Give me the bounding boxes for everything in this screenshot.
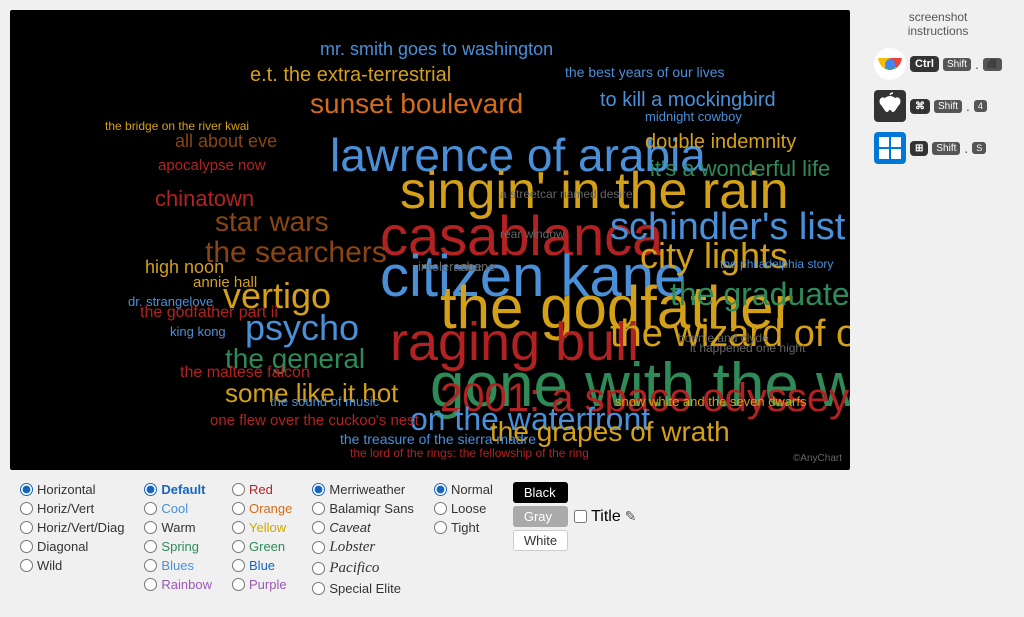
chrome-icon	[874, 48, 906, 80]
word-all-about-eve: all about eve	[175, 132, 277, 150]
word-cloud-inner: mr. smith goes to washington e.t. the ext…	[10, 10, 850, 470]
shift-key-mac: Shift	[934, 100, 962, 113]
size-normal[interactable]: Normal	[434, 482, 493, 497]
word-midnight-cowboy: midnight cowboy	[645, 110, 742, 123]
title-label: Title	[591, 508, 621, 526]
word-psycho: psycho	[245, 310, 359, 346]
scheme-spring[interactable]: Spring	[144, 539, 212, 554]
scheme-rainbow[interactable]: Rainbow	[144, 577, 212, 592]
bg-color-group: Black Gray White Title ✎	[513, 482, 637, 596]
main-container: mr. smith goes to washington e.t. the ext…	[0, 0, 1024, 617]
ctrl-key: Ctrl	[910, 56, 939, 72]
color-blue[interactable]: Blue	[232, 558, 292, 573]
word-snow-white-and-the-s: snow white and the seven dwarfs	[615, 395, 807, 408]
layout-wild[interactable]: Wild	[20, 558, 124, 573]
apple-icon	[874, 90, 906, 122]
word-double-indemnity: double indemnity	[645, 132, 796, 152]
word-king-kong: king kong	[170, 325, 226, 338]
color-yellow[interactable]: Yellow	[232, 520, 292, 535]
word-the-philadelphia-sto: the philadelphia story	[720, 258, 833, 270]
word-e.t.-the-extra-terre: e.t. the extra-terrestrial	[250, 65, 451, 85]
layout-horizontal[interactable]: Horizontal	[20, 482, 124, 497]
screenshot-title: screenshotinstructions	[874, 10, 1002, 38]
word-rear-window: rear window	[500, 228, 565, 240]
word-the-sound-of-music: the sound of music	[270, 395, 379, 408]
title-pencil-group: Title ✎	[574, 508, 636, 526]
size-group: Normal Loose Tight	[434, 482, 493, 596]
controls-area: Horizontal Horiz/Vert Horiz/Vert/Diag Di…	[10, 470, 854, 596]
scheme-warm[interactable]: Warm	[144, 520, 212, 535]
font-lobster[interactable]: Lobster	[312, 539, 414, 556]
title-row: Title ✎	[574, 508, 636, 526]
word-the-treasure-of-the-: the treasure of the sierra madre	[340, 432, 536, 446]
layout-group: Horizontal Horiz/Vert Horiz/Vert/Diag Di…	[20, 482, 124, 596]
layout-diagonal[interactable]: Diagonal	[20, 539, 124, 554]
left-panel: mr. smith goes to washington e.t. the ext…	[0, 0, 864, 617]
word-the-lord-of-the-ring: the lord of the rings: the fellowship of…	[350, 447, 589, 459]
word-it's-a-wonderful-lif: it's a wonderful life	[650, 158, 830, 180]
word-one-flew-over-the-cu: one flew over the cuckoo's nest	[210, 413, 419, 428]
screen-key-mac: 4	[974, 100, 987, 112]
font-special-elite[interactable]: Special Elite	[312, 581, 414, 596]
word-the-best-years-of-ou: the best years of our lives	[565, 65, 725, 79]
bg-white-button[interactable]: White	[513, 530, 568, 551]
word-sunset-boulevard: sunset boulevard	[310, 90, 523, 118]
word-a-streetcar-named-de: a streetcar named desire	[500, 188, 633, 200]
anychart-label: ©AnyChart	[793, 453, 842, 464]
word-star-wars: star wars	[215, 208, 329, 236]
cmd-key: ⌘	[910, 99, 930, 114]
word-apocalypse-now: apocalypse now	[158, 158, 266, 173]
chrome-row: Ctrl Shift . ⬛	[874, 48, 1002, 80]
color-green[interactable]: Green	[232, 539, 292, 554]
word-to-kill-a-mockingbir: to kill a mockingbird	[600, 90, 776, 110]
font-merriweather[interactable]: Merriweather	[312, 482, 414, 497]
font-caveat[interactable]: Caveat	[312, 520, 414, 535]
font-group: Merriweather Balamiqr Sans Caveat Lobste…	[312, 482, 414, 596]
shift-key-chrome: Shift	[943, 58, 971, 71]
color-red[interactable]: Red	[232, 482, 292, 497]
screen-key-win: S	[972, 142, 986, 154]
bg-buttons: Black Gray White	[513, 482, 568, 551]
title-checkbox[interactable]	[574, 510, 587, 523]
word-the-graduate: the graduate	[670, 278, 850, 310]
layout-horiz-vert-diag[interactable]: Horiz/Vert/Diag	[20, 520, 124, 535]
font-pacifico[interactable]: Pacifico	[312, 560, 414, 577]
right-panel: screenshotinstructions Ctrl Shift . ⬛	[864, 0, 1024, 617]
word-cloud: mr. smith goes to washington e.t. the ext…	[10, 10, 850, 470]
color-scheme-group: Default Cool Warm Spring Blues Rainbow	[144, 482, 212, 596]
font-balamiq[interactable]: Balamiqr Sans	[312, 501, 414, 516]
shift-key-win: Shift	[932, 142, 960, 155]
bg-black-button[interactable]: Black	[513, 482, 568, 503]
mac-row: ⌘ Shift . 4	[874, 90, 987, 122]
size-tight[interactable]: Tight	[434, 520, 493, 535]
color-group: Red Orange Yellow Green Blue Purple	[232, 482, 292, 596]
scheme-default[interactable]: Default	[144, 482, 212, 497]
layout-horiz-vert[interactable]: Horiz/Vert	[20, 501, 124, 516]
screenshot-section: screenshotinstructions Ctrl Shift . ⬛	[874, 10, 1002, 164]
scheme-cool[interactable]: Cool	[144, 501, 212, 516]
color-orange[interactable]: Orange	[232, 501, 292, 516]
pencil-icon[interactable]: ✎	[625, 508, 637, 525]
scheme-blues[interactable]: Blues	[144, 558, 212, 573]
color-purple[interactable]: Purple	[232, 577, 292, 592]
win-key: ⊞	[910, 141, 928, 156]
windows-icon	[874, 132, 906, 164]
word-mr.-smith-goes-to-wa: mr. smith goes to washington	[320, 40, 553, 58]
screen-key-chrome: ⬛	[983, 58, 1002, 71]
bg-gray-button[interactable]: Gray	[513, 506, 568, 527]
word-the-searchers: the searchers	[205, 238, 387, 268]
windows-row: ⊞ Shift . S	[874, 132, 986, 164]
word-shane: shane	[460, 260, 495, 273]
size-loose[interactable]: Loose	[434, 501, 493, 516]
